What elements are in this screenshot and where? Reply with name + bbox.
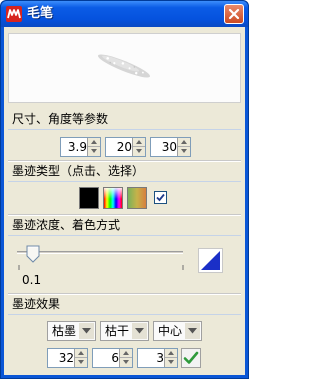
ink-type-checkbox[interactable] [154, 191, 167, 204]
effect-spinner-2[interactable]: 6 [92, 348, 133, 368]
apply-button[interactable] [181, 348, 201, 368]
title-bar[interactable]: 毛笔 [1, 1, 248, 27]
param3-value[interactable]: 30 [151, 138, 179, 156]
chevron-down-icon[interactable] [185, 323, 200, 339]
section-divider [8, 181, 241, 182]
close-icon [228, 8, 240, 20]
slider-thumb[interactable] [26, 245, 40, 266]
spin-down-button[interactable] [165, 358, 177, 367]
gradient-triangle-icon [201, 251, 220, 270]
swatch-black[interactable] [79, 187, 99, 209]
arrow-down-icon [136, 149, 142, 153]
effect-spinner-1[interactable]: 32 [47, 348, 88, 368]
chevron-down-icon[interactable] [79, 323, 94, 339]
combo-label: 枯墨 [52, 324, 77, 338]
spin-down-button[interactable] [133, 147, 145, 156]
angle-spinner[interactable]: 20 [105, 137, 146, 157]
section-divider [8, 129, 241, 130]
arrow-up-icon [181, 140, 187, 144]
combo-label: 枯干 [105, 324, 130, 338]
section-divider [8, 314, 241, 315]
size-value[interactable]: 3.9 [61, 138, 89, 156]
check-icon [183, 351, 199, 364]
spin-down-button[interactable] [120, 358, 132, 367]
chevron-down-icon[interactable] [132, 323, 147, 339]
swatch-spectrum[interactable] [103, 187, 123, 209]
arrow-down-icon [91, 149, 97, 153]
brush-window: 毛笔 尺寸、角度等参数 3.9 20 30 墨迹类型（点击、选择） 墨迹浓度、着… [0, 0, 249, 379]
effect-value-3[interactable]: 3 [138, 349, 166, 367]
size-spinner[interactable]: 3.9 [60, 137, 101, 157]
arrow-down-icon [181, 149, 187, 153]
arrow-down-icon [78, 360, 84, 364]
window-title: 毛笔 [27, 6, 54, 21]
swatch-gradient[interactable] [127, 187, 147, 209]
section-separator [8, 160, 241, 162]
effect-spinner-3[interactable]: 3 [137, 348, 178, 368]
effect-combo-2[interactable]: 枯干 [100, 321, 149, 341]
client-area: 尺寸、角度等参数 3.9 20 30 墨迹类型（点击、选择） 墨迹浓度、着色方式… [4, 27, 245, 375]
spin-down-button[interactable] [178, 147, 190, 156]
section-title-params: 尺寸、角度等参数 [12, 112, 109, 126]
slider-ticks [18, 265, 184, 270]
arrow-down-icon [168, 360, 174, 364]
param3-spinner[interactable]: 30 [150, 137, 191, 157]
density-slider[interactable] [17, 251, 183, 254]
spin-up-button[interactable] [75, 349, 87, 358]
section-divider [8, 235, 241, 236]
spin-up-button[interactable] [88, 138, 100, 147]
spin-up-button[interactable] [133, 138, 145, 147]
effect-combo-3[interactable]: 中心 [153, 321, 202, 341]
angle-value[interactable]: 20 [106, 138, 134, 156]
effect-combo-1[interactable]: 枯墨 [47, 321, 96, 341]
arrow-up-icon [78, 351, 84, 355]
section-title-type: 墨迹类型（点击、选择） [12, 164, 145, 178]
section-title-effect: 墨迹效果 [12, 297, 61, 311]
spin-down-button[interactable] [75, 358, 87, 367]
arrow-up-icon [123, 351, 129, 355]
checkmark-icon [156, 193, 165, 202]
coloring-mode-button[interactable] [198, 248, 223, 273]
density-value: 0.1 [22, 273, 42, 287]
slider-thumb-icon [26, 245, 40, 263]
effect-value-2[interactable]: 6 [93, 349, 121, 367]
section-separator [8, 293, 241, 295]
brush-preview [8, 33, 241, 103]
brush-stroke-preview-icon [97, 54, 151, 78]
spin-up-button[interactable] [178, 138, 190, 147]
arrow-down-icon [123, 360, 129, 364]
arrow-up-icon [136, 140, 142, 144]
close-button[interactable] [224, 4, 244, 24]
arrow-up-icon [168, 351, 174, 355]
combo-label: 中心 [158, 324, 183, 338]
spin-up-button[interactable] [120, 349, 132, 358]
arrow-up-icon [91, 140, 97, 144]
effect-value-1[interactable]: 32 [48, 349, 76, 367]
section-separator [8, 214, 241, 216]
app-logo-icon [6, 6, 22, 22]
spin-up-button[interactable] [165, 349, 177, 358]
spin-down-button[interactable] [88, 147, 100, 156]
section-title-density: 墨迹浓度、着色方式 [12, 218, 121, 232]
